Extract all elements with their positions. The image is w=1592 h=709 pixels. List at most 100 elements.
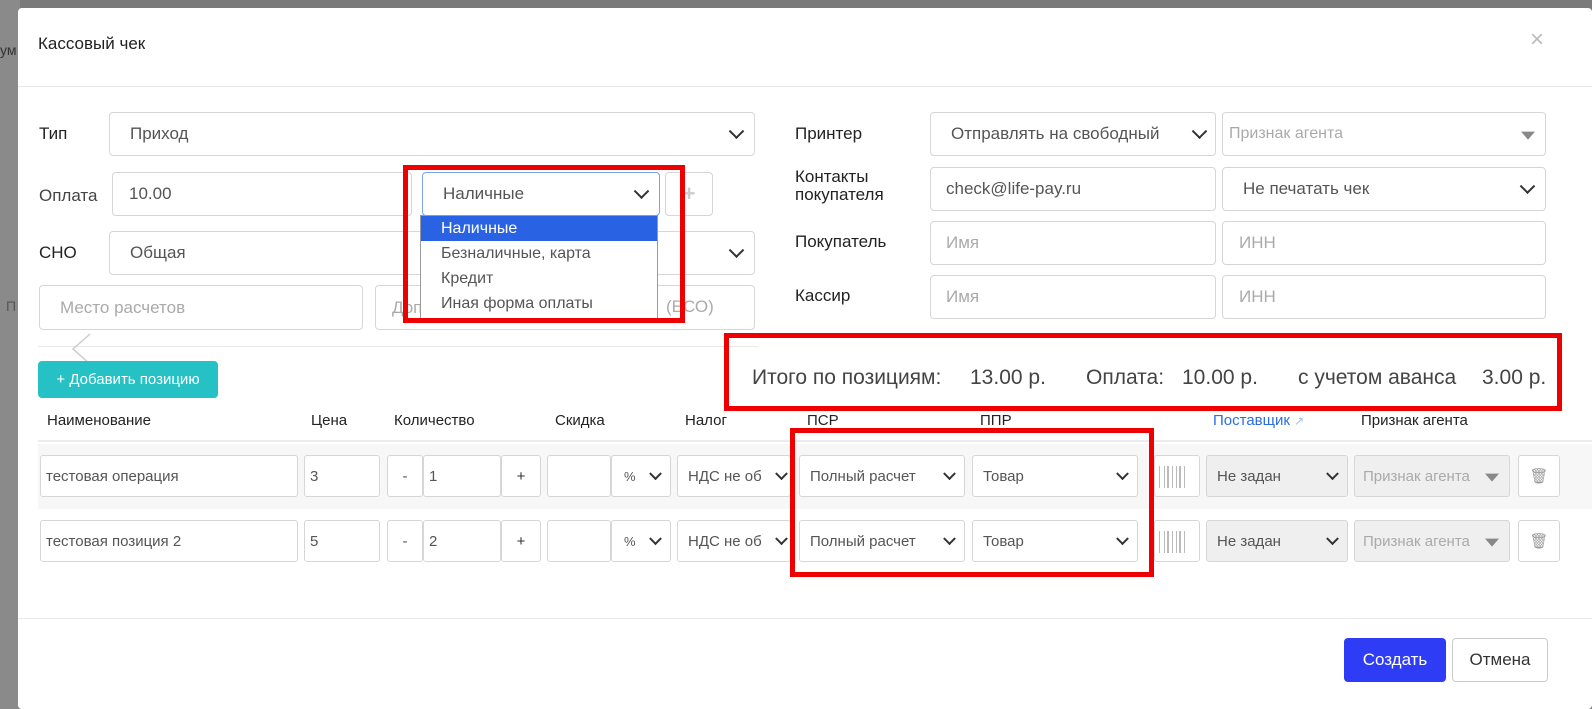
tax-system-value: Общая: [130, 243, 186, 262]
chevron-down-icon: [649, 467, 662, 481]
row-2-qty-plus-button[interactable]: +: [501, 520, 541, 562]
row-1-qty-plus-button[interactable]: +: [501, 455, 541, 497]
payment-amount-input[interactable]: 10.00: [112, 172, 412, 216]
row-1-price-input[interactable]: 3: [304, 455, 380, 497]
row-2-discount-unit: %: [624, 533, 636, 549]
header-psr: ПСР: [807, 412, 839, 429]
row-2-name: тестовая позиция 2: [46, 532, 182, 550]
cashier-label: Кассир: [795, 286, 851, 305]
row-1-supplier-select[interactable]: Не задан: [1206, 455, 1348, 497]
payment-amount-value: 10.00: [129, 184, 172, 203]
create-button[interactable]: Создать: [1344, 638, 1446, 682]
receipt-modal: Кассовый чек × Тип Приход Оплата 10.00 Н…: [18, 8, 1592, 709]
place-placeholder: Место расчетов: [60, 297, 186, 317]
place-input[interactable]: Место расчетов: [39, 285, 363, 330]
header-name: Наименование: [47, 412, 151, 429]
row-2-supplier-select[interactable]: Не задан: [1206, 520, 1348, 562]
minus-icon: -: [402, 532, 408, 550]
row-2-discount-unit-select[interactable]: %: [611, 520, 671, 562]
type-select[interactable]: Приход: [109, 112, 755, 156]
row-2-price: 5: [310, 532, 319, 550]
chevron-down-icon: [1326, 467, 1339, 481]
row-1-qty: 1: [429, 467, 438, 485]
row-2-discount-input[interactable]: [547, 520, 611, 562]
printer-select[interactable]: Отправлять на свободный: [930, 112, 1216, 156]
row-1-qty-input[interactable]: 1: [423, 455, 501, 497]
row-1-tax: НДС не об: [688, 467, 762, 485]
agent-select[interactable]: Признак агента: [1222, 112, 1546, 156]
barcode-icon[interactable]: [1154, 455, 1200, 497]
row-2-tax-select[interactable]: НДС не об: [677, 520, 791, 562]
row-1-name-input[interactable]: тестовая операция: [40, 455, 298, 497]
plus-icon: +: [516, 467, 526, 485]
row-2-name-input[interactable]: тестовая позиция 2: [40, 520, 298, 562]
header-discount: Скидка: [555, 412, 605, 429]
chevron-down-icon: [728, 242, 745, 259]
row-2-qty: 2: [429, 532, 438, 550]
chevron-down-icon: [728, 123, 745, 140]
header-ppr: ППР: [980, 412, 1012, 429]
caret-down-icon: [1485, 473, 1499, 482]
chevron-down-icon: [649, 532, 662, 546]
background-text-fragment: ум: [0, 42, 17, 58]
buyer-inn-input[interactable]: ИНН: [1222, 221, 1546, 265]
close-icon[interactable]: ×: [1530, 26, 1544, 54]
row-1-discount-input[interactable]: [547, 455, 611, 497]
row-1-qty-minus-button[interactable]: -: [387, 455, 423, 497]
barcode-icon[interactable]: [1154, 520, 1200, 562]
printer-label: Принтер: [795, 124, 863, 143]
print-option-value: Не печатать чек: [1243, 179, 1370, 198]
highlight-box-payment: [403, 165, 685, 323]
row-1-name: тестовая операция: [46, 467, 179, 485]
row-1-discount-unit: %: [624, 468, 636, 484]
buyer-name-input[interactable]: Имя: [930, 221, 1216, 265]
row-1-supplier: Не задан: [1217, 467, 1281, 485]
cashier-name-input[interactable]: Имя: [930, 275, 1216, 319]
buyer-name-placeholder: Имя: [946, 233, 980, 252]
header-agent: Признак агента: [1361, 412, 1468, 429]
page-background: [0, 0, 20, 709]
contacts-label-line-1: Контакты: [795, 167, 869, 186]
buyer-inn-placeholder: ИНН: [1239, 233, 1276, 252]
header-divider: [18, 86, 1592, 87]
footer-divider: [18, 618, 1592, 619]
row-1-agent: Признак агента: [1363, 467, 1470, 485]
row-1-discount-unit-select[interactable]: %: [611, 455, 671, 497]
cancel-button[interactable]: Отмена: [1452, 638, 1548, 682]
type-value: Приход: [130, 124, 189, 143]
background-text-fragment-2: П: [6, 298, 17, 314]
trash-icon: 🗑: [1529, 468, 1549, 485]
supplier-link[interactable]: Поставщик ↗: [1213, 412, 1304, 429]
add-position-button[interactable]: + Добавить позицию: [38, 361, 218, 398]
row-2-tax: НДС не об: [688, 532, 762, 550]
highlight-box-totals: [724, 333, 1562, 411]
section-divider: [38, 346, 758, 347]
row-1-tax-select[interactable]: НДС не об: [677, 455, 791, 497]
payment-label: Оплата: [39, 186, 98, 205]
row-1-agent-select[interactable]: Признак агента: [1354, 455, 1510, 497]
chevron-down-icon: [1326, 532, 1339, 546]
row-2-agent-select[interactable]: Признак агента: [1354, 520, 1510, 562]
highlight-box-psr-ppr: [790, 428, 1154, 577]
header-tax: Налог: [685, 412, 727, 429]
cashier-inn-input[interactable]: ИНН: [1222, 275, 1546, 319]
header-supplier: Поставщик: [1213, 412, 1290, 429]
row-2-qty-input[interactable]: 2: [423, 520, 501, 562]
caret-down-icon: [1485, 538, 1499, 547]
type-label: Тип: [39, 124, 68, 143]
chevron-down-icon: [1519, 178, 1536, 195]
row-2-price-input[interactable]: 5: [304, 520, 380, 562]
row-1-price: 3: [310, 467, 319, 485]
minus-icon: -: [402, 467, 408, 485]
chevron-down-icon: [775, 467, 788, 481]
modal-title: Кассовый чек: [38, 34, 146, 53]
row-2-delete-button[interactable]: 🗑: [1518, 520, 1560, 562]
buyer-label: Покупатель: [795, 232, 887, 251]
row-2-qty-minus-button[interactable]: -: [387, 520, 423, 562]
contacts-label-line-2: покупателя: [795, 185, 884, 204]
contacts-label: Контакты покупателя: [795, 168, 884, 204]
header-price: Цена: [311, 412, 348, 429]
print-option-select[interactable]: Не печатать чек: [1222, 167, 1546, 211]
row-1-delete-button[interactable]: 🗑: [1518, 455, 1560, 497]
contacts-input[interactable]: check@life-pay.ru: [930, 167, 1216, 211]
